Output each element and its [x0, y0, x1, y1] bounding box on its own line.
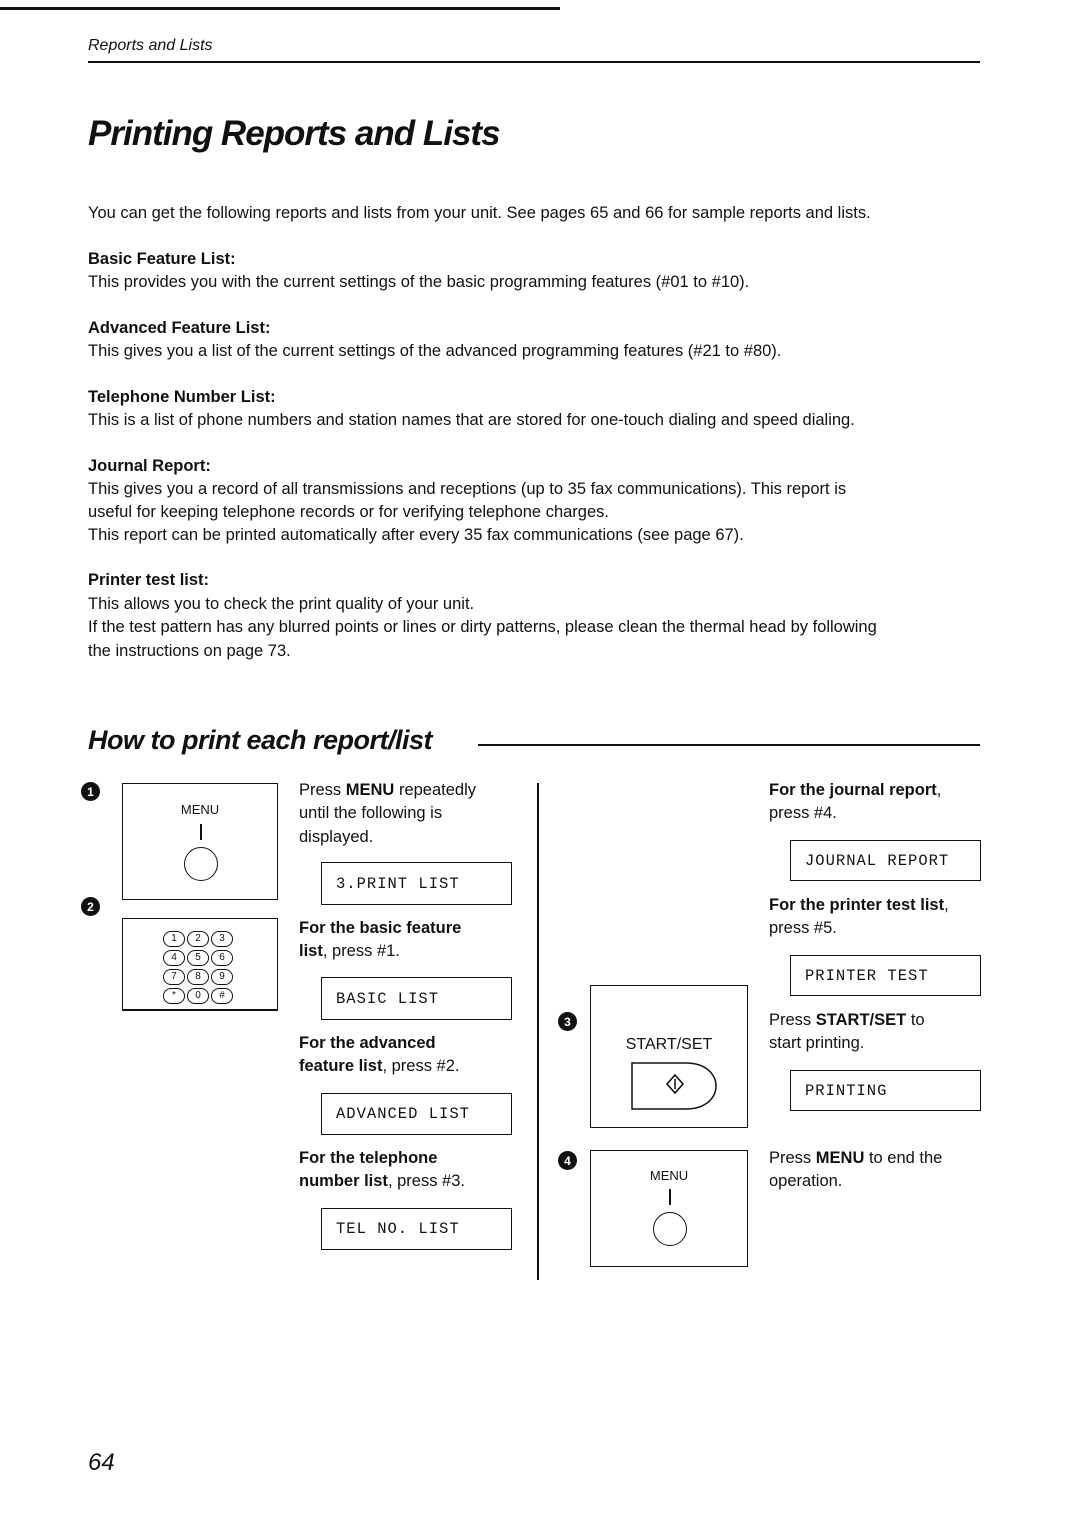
key-star: *: [163, 988, 185, 1004]
step-rest: to end the: [864, 1149, 943, 1167]
step-number-3: 3: [558, 1012, 577, 1031]
option-rest: , press #1.: [322, 942, 400, 960]
step-bold: START/SET: [815, 1011, 907, 1029]
step-rest: to: [906, 1011, 925, 1029]
item-text: the instructions on page 73.: [88, 642, 291, 660]
option-text: For the telephone: [299, 1149, 438, 1167]
menu-button-circle-icon: [653, 1212, 687, 1246]
press-word: Press: [769, 1149, 812, 1167]
item-text: This is a list of phone numbers and stat…: [88, 411, 855, 429]
step-bold: MENU: [345, 781, 395, 799]
lcd-display: JOURNAL REPORT: [790, 840, 981, 881]
lcd-display: ADVANCED LIST: [321, 1093, 512, 1135]
key-7: 7: [163, 969, 185, 985]
option-bold: For the journal report: [769, 781, 937, 799]
step-number-4: 4: [558, 1151, 577, 1170]
step-text: Press MENU repeatedly: [299, 781, 476, 799]
key-5: 5: [187, 950, 209, 966]
item-text: If the test pattern has any blurred poin…: [88, 618, 877, 636]
key-3: 3: [211, 931, 233, 947]
start-set-label: START/SET: [625, 1036, 713, 1053]
step-text: start printing.: [769, 1034, 865, 1052]
option-text: number list, press #3.: [299, 1170, 465, 1194]
key-6: 6: [211, 950, 233, 966]
button-stem: [200, 824, 202, 840]
option-text: For the journal report,: [769, 779, 941, 803]
menu-label: MENU: [180, 802, 220, 817]
option-bold: For the printer test list: [769, 896, 945, 914]
step-text: until the following is: [299, 804, 443, 822]
item-heading: Printer test list:: [88, 571, 210, 589]
key-4: 4: [163, 950, 185, 966]
option-bold: feature list: [299, 1057, 383, 1075]
step-bold: MENU: [815, 1149, 865, 1167]
item-heading: Advanced Feature List:: [88, 319, 271, 337]
keypad-illustration: 1 2 3 4 5 6 7 8 9 * 0 #: [122, 918, 278, 1010]
item-heading: Telephone Number List:: [88, 388, 276, 406]
menu-button-circle-icon: [184, 847, 218, 881]
header-rule: [88, 61, 980, 63]
step-text: operation.: [769, 1172, 843, 1190]
item-text: useful for keeping telephone records or …: [88, 503, 609, 521]
section-rule: [478, 744, 980, 746]
step-text: Press START/SET to: [769, 1009, 925, 1033]
option-text: For the printer test list,: [769, 894, 949, 918]
manual-page: Reports and Lists Printing Reports and L…: [0, 0, 1080, 1513]
button-stem: [669, 1189, 671, 1205]
start-diamond-button-icon: [631, 1062, 717, 1110]
intro-text: You can get the following reports and li…: [88, 204, 871, 222]
option-bold: list: [299, 942, 323, 960]
option-text: For the advanced: [299, 1034, 436, 1052]
key-0: 0: [187, 988, 209, 1004]
item-text: This gives you a record of all transmiss…: [88, 480, 847, 498]
option-text: list, press #1.: [299, 940, 400, 964]
key-9: 9: [211, 969, 233, 985]
section-header: Reports and Lists: [88, 37, 213, 54]
step-number-1: 1: [81, 782, 100, 801]
menu-button-illustration: MENU: [122, 783, 278, 900]
start-set-button-illustration: START/SET: [590, 985, 748, 1128]
lcd-display: PRINTING: [790, 1070, 981, 1111]
item-text: This report can be printed automatically…: [88, 526, 744, 544]
lcd-display: BASIC LIST: [321, 977, 512, 1020]
option-bold: number list: [299, 1172, 388, 1190]
item-text: This gives you a list of the current set…: [88, 342, 782, 360]
option-text: feature list, press #2.: [299, 1055, 460, 1079]
option-text: press #4.: [769, 804, 837, 822]
column-divider: [537, 783, 539, 1280]
key-1: 1: [163, 931, 185, 947]
item-text: This provides you with the current setti…: [88, 273, 750, 291]
option-rest: , press #2.: [382, 1057, 460, 1075]
keypad-icon: 1 2 3 4 5 6 7 8 9 * 0 #: [163, 931, 235, 1004]
top-rule: [0, 7, 560, 10]
item-heading: Journal Report:: [88, 457, 211, 475]
keypad-box-bottom: [122, 1009, 278, 1011]
lcd-display: 3.PRINT LIST: [321, 862, 512, 905]
item-heading: Basic Feature List:: [88, 250, 236, 268]
lcd-display: TEL NO. LIST: [321, 1208, 512, 1250]
key-hash: #: [211, 988, 233, 1004]
option-text: press #5.: [769, 919, 837, 937]
page-number: 64: [88, 1449, 115, 1476]
step-number-2: 2: [81, 897, 100, 916]
step-text: Press MENU to end the: [769, 1147, 942, 1171]
lcd-display: PRINTER TEST: [790, 955, 981, 996]
option-rest: , press #3.: [387, 1172, 465, 1190]
option-text: For the basic feature: [299, 919, 462, 937]
page-title: Printing Reports and Lists: [88, 114, 501, 153]
key-2: 2: [187, 931, 209, 947]
key-8: 8: [187, 969, 209, 985]
menu-button-illustration: MENU: [590, 1150, 748, 1267]
option-rest: ,: [944, 896, 949, 914]
option-rest: ,: [936, 781, 942, 799]
item-text: This allows you to check the print quali…: [88, 595, 475, 613]
press-word: Press: [769, 1011, 812, 1029]
menu-label: MENU: [649, 1168, 689, 1183]
section-heading: How to print each report/list: [88, 725, 433, 755]
step-text: displayed.: [299, 828, 374, 846]
